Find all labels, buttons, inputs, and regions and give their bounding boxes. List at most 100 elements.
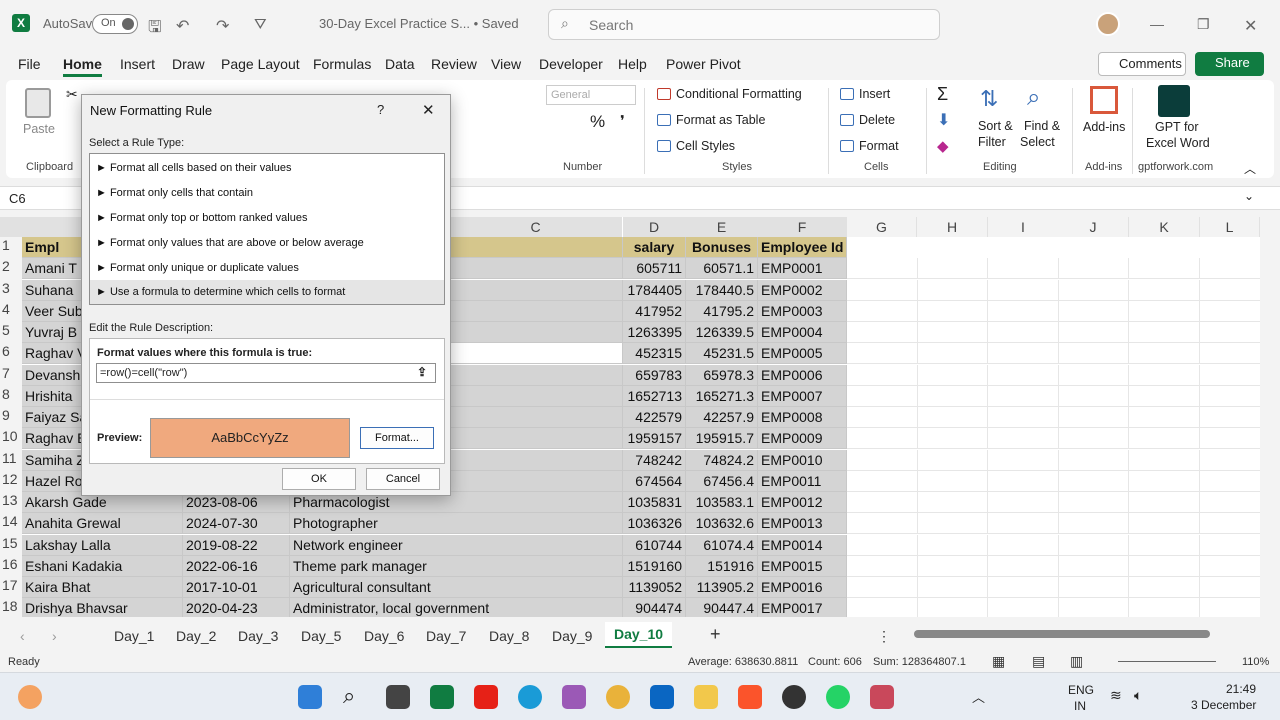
sort-filter-icon[interactable]: ⇅: [980, 86, 998, 112]
close-window-icon[interactable]: ✕: [1244, 16, 1257, 36]
empty-cell[interactable]: [1129, 385, 1200, 407]
empty-cell[interactable]: [917, 492, 988, 513]
data-cell[interactable]: 1263395: [623, 322, 686, 343]
data-cell[interactable]: 178440.5: [686, 279, 758, 301]
menu-power-pivot[interactable]: Power Pivot: [666, 56, 741, 72]
data-cell[interactable]: EMP0005: [758, 343, 847, 365]
empty-cell[interactable]: [917, 407, 988, 428]
empty-cell[interactable]: [847, 449, 918, 471]
clock-date[interactable]: 3 December: [1191, 698, 1256, 712]
empty-cell[interactable]: [988, 428, 1059, 450]
scroll-right-icon[interactable]: ›: [52, 628, 57, 644]
cancel-button[interactable]: Cancel: [366, 468, 440, 490]
empty-cell[interactable]: [1129, 492, 1200, 513]
zoom-level[interactable]: 110%: [1242, 656, 1269, 668]
horizontal-scrollbar[interactable]: [914, 630, 1210, 638]
row-header[interactable]: 10: [0, 428, 22, 450]
data-cell[interactable]: Eshani Kadakia: [22, 555, 183, 577]
chatgpt-icon[interactable]: [782, 685, 806, 709]
empty-cell[interactable]: [1199, 492, 1260, 513]
empty-cell[interactable]: [988, 470, 1059, 492]
clear-icon[interactable]: ◆: [937, 137, 949, 155]
empty-cell[interactable]: [1129, 428, 1200, 450]
data-cell[interactable]: 126339.5: [686, 322, 758, 343]
data-cell[interactable]: 61074.4: [686, 534, 758, 556]
data-cell[interactable]: 165271.3: [686, 385, 758, 407]
data-cell[interactable]: 67456.4: [686, 470, 758, 492]
data-cell[interactable]: 1959157: [623, 428, 686, 450]
help-icon[interactable]: ?: [377, 102, 384, 117]
empty-cell[interactable]: [1129, 322, 1200, 343]
empty-cell[interactable]: [1199, 386, 1260, 407]
filter-icon[interactable]: ⛛: [254, 16, 267, 33]
gpt-label-line2[interactable]: Excel Word: [1146, 136, 1210, 150]
data-cell[interactable]: 74824.2: [686, 449, 758, 471]
empty-cell[interactable]: [1058, 492, 1129, 513]
percent-icon[interactable]: %: [590, 112, 605, 132]
empty-cell[interactable]: [1058, 470, 1129, 492]
sheet-tab-day-2[interactable]: Day_2: [176, 628, 216, 644]
empty-cell[interactable]: [988, 513, 1059, 535]
empty-cell[interactable]: [1059, 598, 1129, 617]
empty-cell[interactable]: [917, 428, 988, 450]
empty-cell[interactable]: [1199, 535, 1260, 556]
row-header[interactable]: 2: [0, 258, 22, 280]
data-cell[interactable]: 452315: [623, 343, 686, 365]
copilot-icon[interactable]: [562, 685, 586, 709]
row-header[interactable]: 14: [0, 513, 22, 535]
rule-type-item[interactable]: ► Format only top or bottom ranked value…: [90, 206, 444, 230]
empty-cell[interactable]: [917, 449, 988, 471]
delete-cells-button[interactable]: Delete: [859, 113, 895, 127]
brave-icon[interactable]: [738, 685, 762, 709]
data-cell[interactable]: EMP0008: [758, 407, 847, 428]
empty-cell[interactable]: [1058, 449, 1129, 471]
column-header[interactable]: K: [1129, 217, 1200, 237]
empty-cell[interactable]: [847, 555, 918, 577]
youtube-icon[interactable]: [474, 685, 498, 709]
menu-draw[interactable]: Draw: [172, 56, 205, 72]
empty-cell[interactable]: [1129, 449, 1200, 471]
find-icon[interactable]: ⌕: [1027, 84, 1040, 112]
expand-formula-bar-icon[interactable]: ⌄: [1244, 189, 1254, 203]
collapse-ribbon-icon[interactable]: ︿: [1244, 160, 1256, 177]
empty-cell[interactable]: [847, 577, 918, 598]
empty-cell[interactable]: [1129, 470, 1200, 492]
dialog-close-icon[interactable]: ✕: [422, 101, 435, 119]
empty-cell[interactable]: [988, 258, 1059, 280]
empty-cell[interactable]: [988, 407, 1059, 428]
data-cell[interactable]: Anahita Grewal: [22, 513, 183, 535]
empty-cell[interactable]: [988, 449, 1059, 471]
empty-cell[interactable]: [1199, 301, 1260, 322]
data-cell[interactable]: 2024-07-30: [183, 513, 290, 535]
empty-cell[interactable]: [1058, 364, 1129, 386]
empty-cell[interactable]: [1199, 471, 1260, 492]
volume-icon[interactable]: 🔈︎: [1134, 687, 1142, 704]
empty-cell[interactable]: [988, 322, 1059, 343]
empty-cell[interactable]: [988, 364, 1059, 386]
data-cell[interactable]: 2020-04-23: [183, 598, 290, 617]
data-cell[interactable]: 42257.9: [686, 407, 758, 428]
empty-cell[interactable]: [847, 492, 918, 513]
data-cell[interactable]: EMP0009: [758, 428, 847, 450]
empty-cell[interactable]: [1199, 428, 1260, 450]
scroll-left-icon[interactable]: ‹: [20, 628, 25, 644]
data-cell[interactable]: EMP0002: [758, 279, 847, 301]
data-cell[interactable]: EMP0004: [758, 322, 847, 343]
data-cell[interactable]: EMP0012: [758, 492, 847, 513]
data-cell[interactable]: 1139052: [623, 577, 686, 598]
empty-cell[interactable]: [1058, 343, 1129, 365]
collapse-dialog-icon[interactable]: ⇪: [417, 365, 427, 379]
empty-cell[interactable]: [1129, 598, 1200, 617]
data-cell[interactable]: Kaira Bhat: [22, 577, 183, 598]
data-cell[interactable]: 2017-10-01: [183, 577, 290, 598]
cut-icon[interactable]: ✂: [66, 86, 78, 103]
empty-cell[interactable]: [1129, 300, 1200, 322]
format-cells-button[interactable]: Format: [859, 139, 899, 153]
empty-cell[interactable]: [988, 534, 1059, 556]
language-line2[interactable]: IN: [1074, 699, 1086, 713]
header-cell[interactable]: Bonuses: [686, 237, 758, 258]
menu-view[interactable]: View: [491, 56, 521, 72]
empty-cell[interactable]: [847, 322, 918, 343]
formula-input[interactable]: =row()=cell("row"): [96, 363, 436, 383]
row-header[interactable]: 15: [0, 534, 22, 556]
